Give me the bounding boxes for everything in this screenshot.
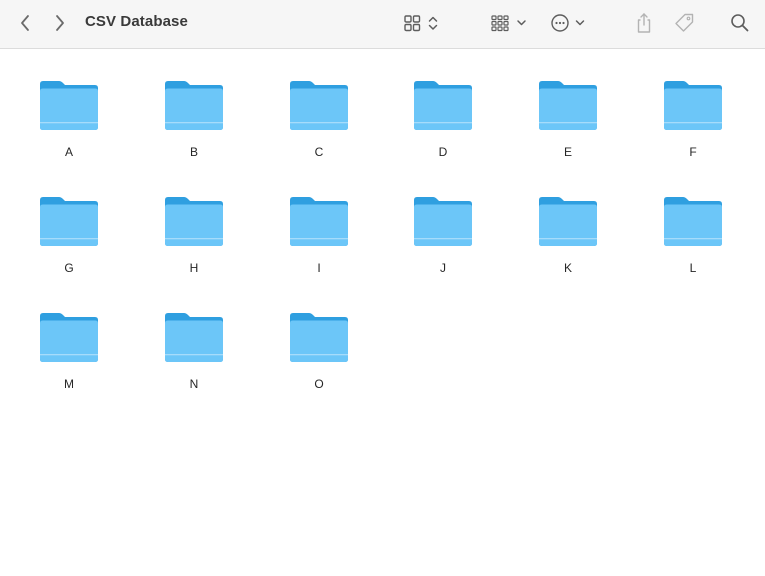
folder-label: A — [64, 145, 73, 159]
folder-label: G — [64, 261, 74, 275]
folder-label: M — [64, 377, 74, 391]
search-button[interactable] — [729, 9, 751, 37]
folder-icon — [289, 79, 349, 131]
folder-item[interactable]: D — [398, 79, 488, 179]
folder-item[interactable]: C — [274, 79, 364, 179]
folder-item[interactable]: O — [274, 311, 364, 411]
folder-item[interactable]: L — [648, 195, 738, 295]
folder-label: D — [438, 145, 448, 159]
folder-item[interactable]: J — [398, 195, 488, 295]
folder-icon — [39, 311, 99, 363]
folder-icon — [39, 79, 99, 131]
folder-item[interactable]: N — [149, 311, 239, 411]
folder-item[interactable]: K — [523, 195, 613, 295]
group-grid-icon — [489, 13, 531, 33]
folder-label: I — [317, 261, 321, 275]
folder-label: K — [563, 261, 572, 275]
forward-button[interactable] — [49, 9, 71, 37]
folder-item[interactable]: E — [523, 79, 613, 179]
folder-item[interactable]: I — [274, 195, 364, 295]
folder-icon — [663, 79, 723, 131]
toolbar: CSV Database — [0, 0, 765, 49]
tag-button[interactable] — [672, 9, 696, 37]
file-grid: A B C D E F G H I J K L M N O — [0, 49, 765, 576]
folder-item[interactable]: F — [648, 79, 738, 179]
folder-label: L — [689, 261, 697, 275]
folder-label: H — [189, 261, 199, 275]
tag-icon — [673, 12, 695, 34]
share-button[interactable] — [633, 9, 655, 37]
folder-icon — [538, 79, 598, 131]
ellipsis-circle-icon — [548, 12, 590, 34]
action-menu-button[interactable] — [548, 9, 590, 37]
folder-icon — [413, 79, 473, 131]
icon-grid-view-icon — [401, 13, 441, 33]
folder-icon — [538, 195, 598, 247]
folder-item[interactable]: B — [149, 79, 239, 179]
folder-icon — [289, 195, 349, 247]
folder-item[interactable]: G — [24, 195, 114, 295]
folder-item[interactable]: H — [149, 195, 239, 295]
window-title: CSV Database — [85, 13, 188, 30]
folder-item[interactable]: M — [24, 311, 114, 411]
folder-icon — [164, 79, 224, 131]
folder-icon — [164, 195, 224, 247]
finder-window: CSV Database A B C D E F G H I J K L M N… — [0, 0, 765, 576]
share-icon — [634, 11, 654, 35]
folder-label: B — [189, 145, 198, 159]
group-by-button[interactable] — [489, 9, 531, 37]
chevron-right-icon — [54, 14, 66, 32]
folder-label: E — [563, 145, 572, 159]
folder-label: F — [689, 145, 697, 159]
back-button[interactable] — [14, 9, 36, 37]
search-icon — [730, 13, 750, 33]
folder-icon — [289, 311, 349, 363]
view-mode-button[interactable] — [400, 9, 442, 37]
folder-label: O — [314, 377, 324, 391]
chevron-left-icon — [19, 14, 31, 32]
folder-icon — [663, 195, 723, 247]
folder-icon — [164, 311, 224, 363]
folder-icon — [413, 195, 473, 247]
folder-label: N — [189, 377, 199, 391]
folder-label: J — [440, 261, 446, 275]
folder-label: C — [314, 145, 324, 159]
folder-item[interactable]: A — [24, 79, 114, 179]
folder-icon — [39, 195, 99, 247]
